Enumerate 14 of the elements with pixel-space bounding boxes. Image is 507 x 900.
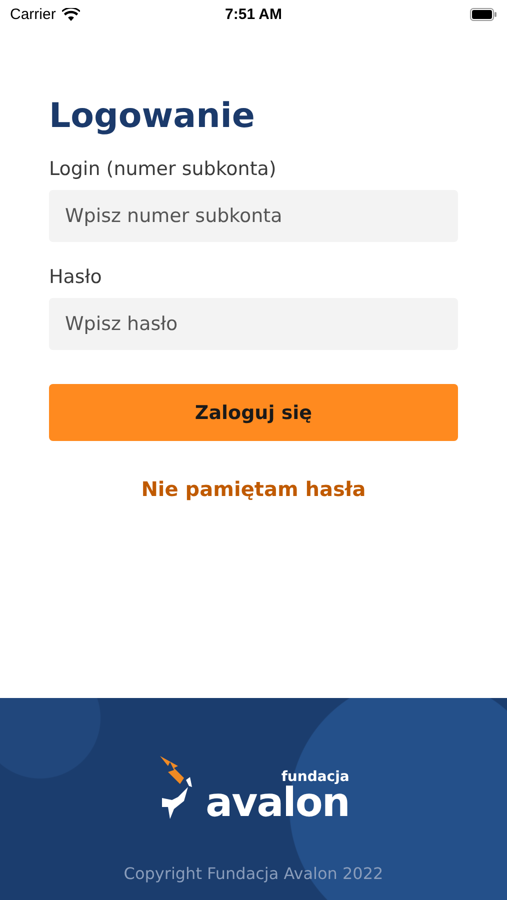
- wifi-icon: [62, 8, 80, 20]
- input-field[interactable]: Wpisz hasło: [49, 298, 458, 350]
- copyright-text: Copyright Fundacja Avalon 2022: [124, 864, 384, 883]
- page-title: Logowanie: [49, 96, 256, 136]
- login-button[interactable]: Zaloguj się: [49, 384, 458, 441]
- input-field[interactable]: Wpisz numer subkonta: [49, 190, 458, 242]
- logo-small-text: fundacja: [281, 770, 350, 784]
- forgot-password-link[interactable]: Nie pamiętam hasła: [141, 477, 366, 501]
- field-label: Hasło: [49, 266, 103, 288]
- carrier-label: Carrier: [10, 6, 56, 22]
- field-label: Login (numer subkonta): [49, 158, 278, 180]
- logo-text: avalon: [206, 784, 350, 822]
- clock: 7:51 AM: [225, 6, 282, 22]
- battery-icon: [470, 8, 497, 20]
